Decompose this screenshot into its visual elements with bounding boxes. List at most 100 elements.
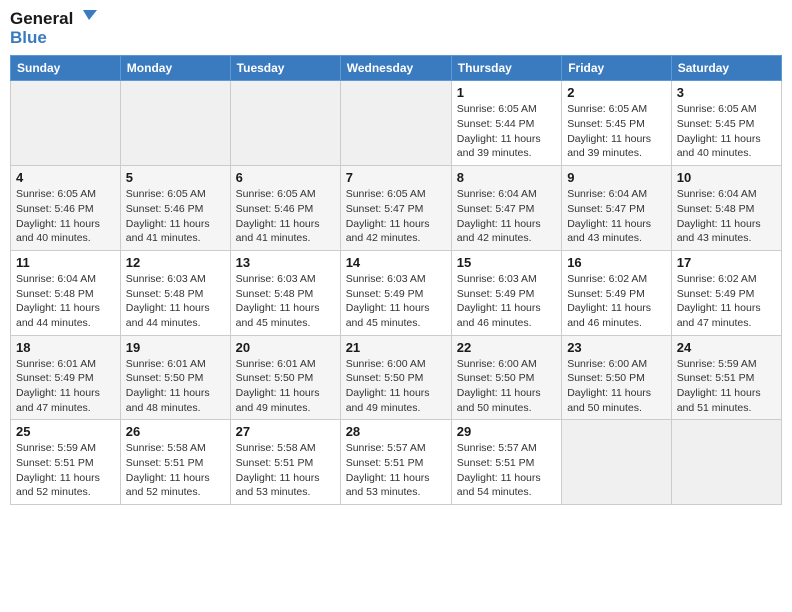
calendar-cell: 2 Sunrise: 6:05 AM Sunset: 5:45 PM Daylig… xyxy=(562,81,672,166)
calendar-cell: 13 Sunrise: 6:03 AM Sunset: 5:48 PM Dayli… xyxy=(230,250,340,335)
day-number: 25 xyxy=(16,424,115,439)
calendar-table: SundayMondayTuesdayWednesdayThursdayFrid… xyxy=(10,55,782,505)
calendar-cell: 17 Sunrise: 6:02 AM Sunset: 5:49 PM Dayli… xyxy=(671,250,781,335)
day-info: Sunrise: 6:01 AM Sunset: 5:49 PM Dayligh… xyxy=(16,357,115,416)
calendar-cell: 3 Sunrise: 6:05 AM Sunset: 5:45 PM Daylig… xyxy=(671,81,781,166)
day-info: Sunrise: 6:05 AM Sunset: 5:47 PM Dayligh… xyxy=(346,187,446,246)
day-number: 21 xyxy=(346,340,446,355)
calendar-cell: 1 Sunrise: 6:05 AM Sunset: 5:44 PM Daylig… xyxy=(451,81,561,166)
calendar-cell: 6 Sunrise: 6:05 AM Sunset: 5:46 PM Daylig… xyxy=(230,166,340,251)
calendar-cell xyxy=(11,81,121,166)
day-info: Sunrise: 6:00 AM Sunset: 5:50 PM Dayligh… xyxy=(567,357,666,416)
calendar-cell: 4 Sunrise: 6:05 AM Sunset: 5:46 PM Daylig… xyxy=(11,166,121,251)
day-info: Sunrise: 5:58 AM Sunset: 5:51 PM Dayligh… xyxy=(236,441,335,500)
day-info: Sunrise: 6:00 AM Sunset: 5:50 PM Dayligh… xyxy=(346,357,446,416)
day-info: Sunrise: 6:02 AM Sunset: 5:49 PM Dayligh… xyxy=(677,272,776,331)
calendar-cell: 29 Sunrise: 5:57 AM Sunset: 5:51 PM Dayli… xyxy=(451,420,561,505)
day-info: Sunrise: 6:05 AM Sunset: 5:44 PM Dayligh… xyxy=(457,102,556,161)
calendar-cell: 28Sunrise: 5:57 AM Sunset: 5:51 PM Dayli… xyxy=(340,420,451,505)
day-number: 17 xyxy=(677,255,776,270)
weekday-header-monday: Monday xyxy=(120,56,230,81)
logo-general: General xyxy=(10,10,73,29)
day-number: 14 xyxy=(346,255,446,270)
calendar-cell: 23 Sunrise: 6:00 AM Sunset: 5:50 PM Dayli… xyxy=(562,335,672,420)
weekday-header-sunday: Sunday xyxy=(11,56,121,81)
calendar-cell: 10Sunrise: 6:04 AM Sunset: 5:48 PM Dayli… xyxy=(671,166,781,251)
weekday-header-wednesday: Wednesday xyxy=(340,56,451,81)
day-number: 3 xyxy=(677,85,776,100)
calendar-cell: 25 Sunrise: 5:59 AM Sunset: 5:51 PM Dayli… xyxy=(11,420,121,505)
day-number: 13 xyxy=(236,255,335,270)
calendar-cell: 16 Sunrise: 6:02 AM Sunset: 5:49 PM Dayli… xyxy=(562,250,672,335)
calendar-cell: 22 Sunrise: 6:00 AM Sunset: 5:50 PM Dayli… xyxy=(451,335,561,420)
calendar-cell: 27 Sunrise: 5:58 AM Sunset: 5:51 PM Dayli… xyxy=(230,420,340,505)
day-number: 11 xyxy=(16,255,115,270)
day-info: Sunrise: 6:01 AM Sunset: 5:50 PM Dayligh… xyxy=(236,357,335,416)
day-number: 6 xyxy=(236,170,335,185)
day-info: Sunrise: 6:05 AM Sunset: 5:46 PM Dayligh… xyxy=(16,187,115,246)
day-number: 7 xyxy=(346,170,446,185)
day-info: Sunrise: 6:03 AM Sunset: 5:49 PM Dayligh… xyxy=(346,272,446,331)
day-info: Sunrise: 6:00 AM Sunset: 5:50 PM Dayligh… xyxy=(457,357,556,416)
day-number: 27 xyxy=(236,424,335,439)
day-number: 4 xyxy=(16,170,115,185)
day-number: 10 xyxy=(677,170,776,185)
day-info: Sunrise: 6:04 AM Sunset: 5:47 PM Dayligh… xyxy=(567,187,666,246)
calendar-cell: 15 Sunrise: 6:03 AM Sunset: 5:49 PM Dayli… xyxy=(451,250,561,335)
day-number: 20 xyxy=(236,340,335,355)
day-info: Sunrise: 5:57 AM Sunset: 5:51 PM Dayligh… xyxy=(457,441,556,500)
day-number: 28 xyxy=(346,424,446,439)
day-info: Sunrise: 6:05 AM Sunset: 5:46 PM Dayligh… xyxy=(236,187,335,246)
day-number: 2 xyxy=(567,85,666,100)
day-number: 24 xyxy=(677,340,776,355)
calendar-cell xyxy=(230,81,340,166)
day-info: Sunrise: 6:05 AM Sunset: 5:45 PM Dayligh… xyxy=(567,102,666,161)
day-info: Sunrise: 6:04 AM Sunset: 5:47 PM Dayligh… xyxy=(457,187,556,246)
logo-container: General Blue xyxy=(10,10,97,47)
day-number: 9 xyxy=(567,170,666,185)
day-number: 8 xyxy=(457,170,556,185)
day-number: 29 xyxy=(457,424,556,439)
weekday-header-friday: Friday xyxy=(562,56,672,81)
day-number: 26 xyxy=(126,424,225,439)
calendar-cell: 9 Sunrise: 6:04 AM Sunset: 5:47 PM Daylig… xyxy=(562,166,672,251)
day-info: Sunrise: 6:02 AM Sunset: 5:49 PM Dayligh… xyxy=(567,272,666,331)
day-info: Sunrise: 5:59 AM Sunset: 5:51 PM Dayligh… xyxy=(16,441,115,500)
calendar-row-2: 4 Sunrise: 6:05 AM Sunset: 5:46 PM Daylig… xyxy=(11,166,782,251)
calendar-row-4: 18 Sunrise: 6:01 AM Sunset: 5:49 PM Dayli… xyxy=(11,335,782,420)
calendar-cell xyxy=(120,81,230,166)
calendar-cell xyxy=(671,420,781,505)
header: General Blue xyxy=(10,10,782,47)
day-info: Sunrise: 6:03 AM Sunset: 5:48 PM Dayligh… xyxy=(236,272,335,331)
day-info: Sunrise: 6:03 AM Sunset: 5:48 PM Dayligh… xyxy=(126,272,225,331)
day-info: Sunrise: 6:05 AM Sunset: 5:45 PM Dayligh… xyxy=(677,102,776,161)
day-number: 16 xyxy=(567,255,666,270)
calendar-cell: 18 Sunrise: 6:01 AM Sunset: 5:49 PM Dayli… xyxy=(11,335,121,420)
logo-bird-icon xyxy=(75,6,97,28)
day-number: 18 xyxy=(16,340,115,355)
day-number: 15 xyxy=(457,255,556,270)
calendar-cell: 26 Sunrise: 5:58 AM Sunset: 5:51 PM Dayli… xyxy=(120,420,230,505)
day-number: 23 xyxy=(567,340,666,355)
calendar-cell: 24 Sunrise: 5:59 AM Sunset: 5:51 PM Dayli… xyxy=(671,335,781,420)
day-number: 22 xyxy=(457,340,556,355)
calendar-row-1: 1 Sunrise: 6:05 AM Sunset: 5:44 PM Daylig… xyxy=(11,81,782,166)
day-info: Sunrise: 6:03 AM Sunset: 5:49 PM Dayligh… xyxy=(457,272,556,331)
day-info: Sunrise: 5:58 AM Sunset: 5:51 PM Dayligh… xyxy=(126,441,225,500)
calendar-cell: 8 Sunrise: 6:04 AM Sunset: 5:47 PM Daylig… xyxy=(451,166,561,251)
day-info: Sunrise: 6:04 AM Sunset: 5:48 PM Dayligh… xyxy=(16,272,115,331)
day-number: 1 xyxy=(457,85,556,100)
calendar-cell: 5Sunrise: 6:05 AM Sunset: 5:46 PM Daylig… xyxy=(120,166,230,251)
weekday-header-saturday: Saturday xyxy=(671,56,781,81)
calendar-cell: 21 Sunrise: 6:00 AM Sunset: 5:50 PM Dayli… xyxy=(340,335,451,420)
day-number: 19 xyxy=(126,340,225,355)
weekday-header-tuesday: Tuesday xyxy=(230,56,340,81)
weekday-header-thursday: Thursday xyxy=(451,56,561,81)
calendar-cell: 7 Sunrise: 6:05 AM Sunset: 5:47 PM Daylig… xyxy=(340,166,451,251)
calendar-cell: 19Sunrise: 6:01 AM Sunset: 5:50 PM Dayli… xyxy=(120,335,230,420)
day-number: 5 xyxy=(126,170,225,185)
day-number: 12 xyxy=(126,255,225,270)
calendar-cell: 20 Sunrise: 6:01 AM Sunset: 5:50 PM Dayli… xyxy=(230,335,340,420)
calendar-cell: 12 Sunrise: 6:03 AM Sunset: 5:48 PM Dayli… xyxy=(120,250,230,335)
day-info: Sunrise: 5:59 AM Sunset: 5:51 PM Dayligh… xyxy=(677,357,776,416)
